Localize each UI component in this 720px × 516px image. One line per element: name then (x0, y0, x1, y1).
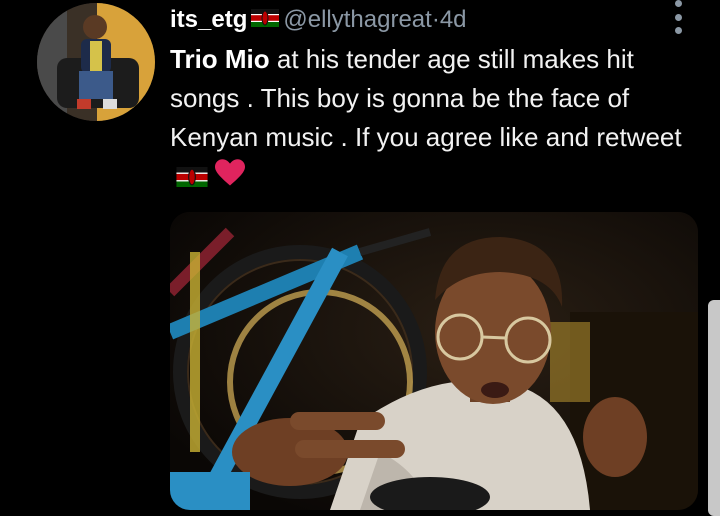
tweet-header: its_etg @ellythagreat · 4d (170, 2, 467, 38)
author-avatar[interactable] (37, 3, 155, 121)
timestamp[interactable]: 4d (440, 6, 467, 34)
more-options-icon[interactable] (668, 0, 688, 34)
tweet-text: Trio Mio at his tender age still makes h… (170, 40, 700, 198)
kenya-flag-icon (176, 159, 208, 198)
timestamp-separator: · (431, 6, 440, 33)
scrollbar[interactable] (708, 300, 720, 516)
heart-icon (215, 158, 246, 198)
user-handle[interactable]: @ellythagreat (283, 6, 431, 34)
photo-boy-with-bicycle (170, 212, 698, 510)
tweet-image[interactable] (170, 212, 698, 510)
kenya-flag-icon (251, 6, 280, 34)
avatar-photo (37, 3, 155, 121)
mention-bold: Trio Mio (170, 44, 270, 74)
display-name[interactable]: its_etg (170, 6, 247, 34)
